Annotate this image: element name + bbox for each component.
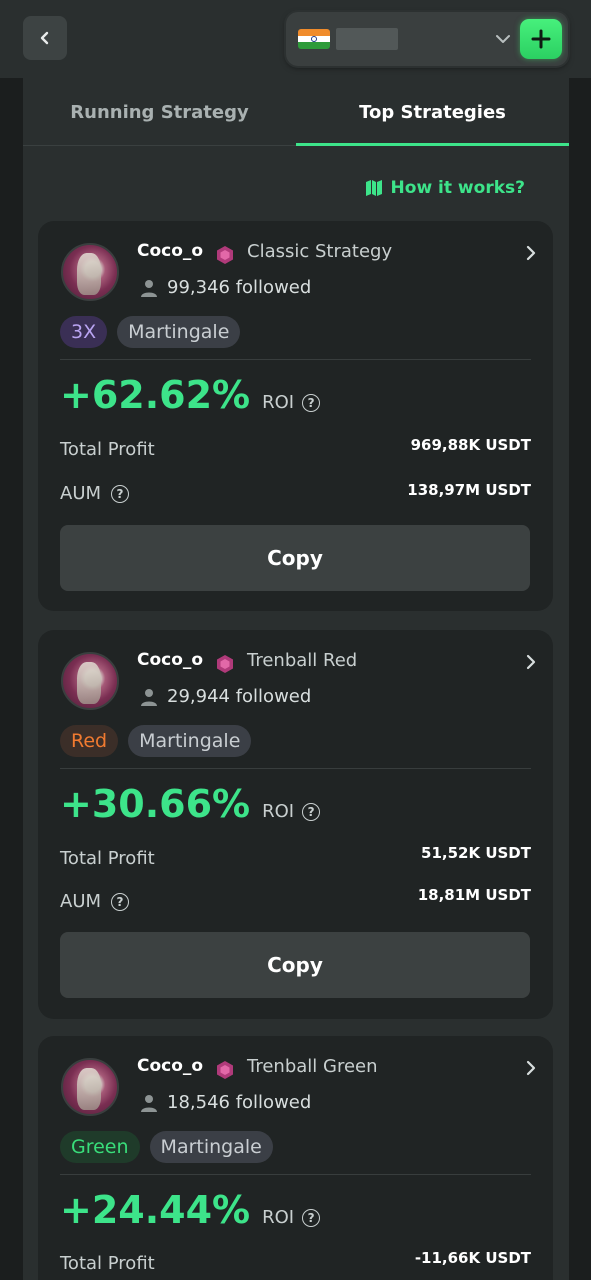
total-profit-label: Total Profit bbox=[60, 848, 155, 869]
tag-list: Green Martingale bbox=[60, 1131, 273, 1163]
active-tab-indicator bbox=[296, 143, 569, 146]
strategy-card[interactable]: Coco_o Trenball Red 29,944 followed Red … bbox=[38, 630, 553, 1019]
chevron-left-icon bbox=[40, 31, 49, 45]
help-icon[interactable]: ? bbox=[111, 484, 130, 503]
followers-count: 18,546 followed bbox=[139, 1092, 311, 1113]
gem-icon bbox=[217, 1061, 233, 1079]
total-profit-label: Total Profit bbox=[60, 439, 155, 460]
followers-count: 29,944 followed bbox=[139, 686, 311, 707]
strategy-card[interactable]: Coco_o Classic Strategy 99,346 followed … bbox=[38, 221, 553, 611]
martingale-tag: Martingale bbox=[128, 725, 252, 757]
followers-text: 29,944 followed bbox=[167, 686, 312, 707]
gem-icon bbox=[217, 246, 233, 264]
roi-value: +62.62% bbox=[60, 373, 251, 417]
martingale-tag: Martingale bbox=[117, 316, 241, 348]
top-bar bbox=[0, 0, 591, 78]
followers-count: 99,346 followed bbox=[139, 277, 311, 298]
avatar[interactable] bbox=[61, 652, 119, 710]
chevron-right-icon[interactable] bbox=[523, 1058, 539, 1078]
user-icon bbox=[141, 688, 157, 706]
roi-label: ROI ? bbox=[262, 801, 321, 822]
deposit-plus-button[interactable] bbox=[520, 19, 562, 59]
total-profit-label: Total Profit bbox=[60, 1253, 155, 1274]
tag-list: 3X Martingale bbox=[60, 316, 241, 348]
chevron-right-icon[interactable] bbox=[523, 243, 539, 263]
trader-name: Coco_o bbox=[137, 650, 204, 670]
color-tag: Green bbox=[60, 1131, 140, 1163]
total-profit-value: 51,52K USDT bbox=[421, 844, 531, 862]
total-profit-value: -11,66K USDT bbox=[414, 1249, 531, 1267]
how-it-works-link[interactable]: How it works? bbox=[365, 176, 525, 200]
help-icon[interactable]: ? bbox=[302, 393, 321, 412]
help-icon[interactable]: ? bbox=[302, 802, 321, 821]
balance-amount-redacted bbox=[336, 28, 398, 50]
strategy-panel: Running Strategy Top Strategies How it w… bbox=[23, 78, 569, 1280]
plus-icon bbox=[531, 29, 551, 49]
chevron-down-icon bbox=[496, 35, 510, 43]
copy-button[interactable]: Copy bbox=[60, 525, 530, 591]
user-icon bbox=[141, 279, 157, 297]
trader-name: Coco_o bbox=[137, 1056, 204, 1076]
strategy-name: Trenball Red bbox=[247, 650, 358, 671]
map-icon bbox=[365, 180, 382, 196]
roi-label: ROI ? bbox=[262, 392, 321, 413]
strategy-name: Trenball Green bbox=[247, 1056, 378, 1077]
roi-label: ROI ? bbox=[262, 1207, 321, 1228]
roi-row: +62.62% ROI ? bbox=[60, 373, 321, 417]
help-icon[interactable]: ? bbox=[302, 1208, 321, 1227]
aum-value: 138,97M USDT bbox=[407, 481, 531, 499]
divider bbox=[60, 359, 531, 360]
tab-top-strategies[interactable]: Top Strategies bbox=[296, 78, 569, 146]
followers-text: 99,346 followed bbox=[167, 277, 312, 298]
aum-label: AUM ? bbox=[60, 891, 130, 912]
how-it-works-label: How it works? bbox=[390, 178, 525, 198]
roi-value: +30.66% bbox=[60, 782, 251, 826]
divider bbox=[60, 1174, 531, 1175]
martingale-tag: Martingale bbox=[149, 1131, 273, 1163]
user-icon bbox=[141, 1094, 157, 1112]
total-profit-value: 969,88K USDT bbox=[410, 436, 531, 454]
currency-selector[interactable] bbox=[286, 12, 568, 66]
strategy-name: Classic Strategy bbox=[247, 241, 393, 262]
chevron-right-icon[interactable] bbox=[523, 652, 539, 672]
roi-row: +24.44% ROI ? bbox=[60, 1188, 321, 1232]
india-flag-icon bbox=[298, 29, 330, 49]
tab-bar: Running Strategy Top Strategies bbox=[23, 78, 569, 146]
roi-value: +24.44% bbox=[60, 1188, 251, 1232]
copy-button[interactable]: Copy bbox=[60, 932, 530, 998]
strategy-card[interactable]: Coco_o Trenball Green 18,546 followed Gr… bbox=[38, 1036, 553, 1280]
multiplier-tag: 3X bbox=[60, 316, 108, 348]
followers-text: 18,546 followed bbox=[167, 1092, 312, 1113]
back-button[interactable] bbox=[23, 16, 67, 60]
color-tag: Red bbox=[60, 725, 119, 757]
gem-icon bbox=[217, 655, 233, 673]
avatar[interactable] bbox=[61, 243, 119, 301]
avatar[interactable] bbox=[61, 1058, 119, 1116]
roi-row: +30.66% ROI ? bbox=[60, 782, 321, 826]
help-icon[interactable]: ? bbox=[111, 892, 130, 911]
tag-list: Red Martingale bbox=[60, 725, 252, 757]
aum-label: AUM ? bbox=[60, 483, 130, 504]
aum-value: 18,81M USDT bbox=[417, 886, 531, 904]
tab-running-strategy[interactable]: Running Strategy bbox=[23, 78, 296, 146]
trader-name: Coco_o bbox=[137, 241, 204, 261]
divider bbox=[60, 768, 531, 769]
